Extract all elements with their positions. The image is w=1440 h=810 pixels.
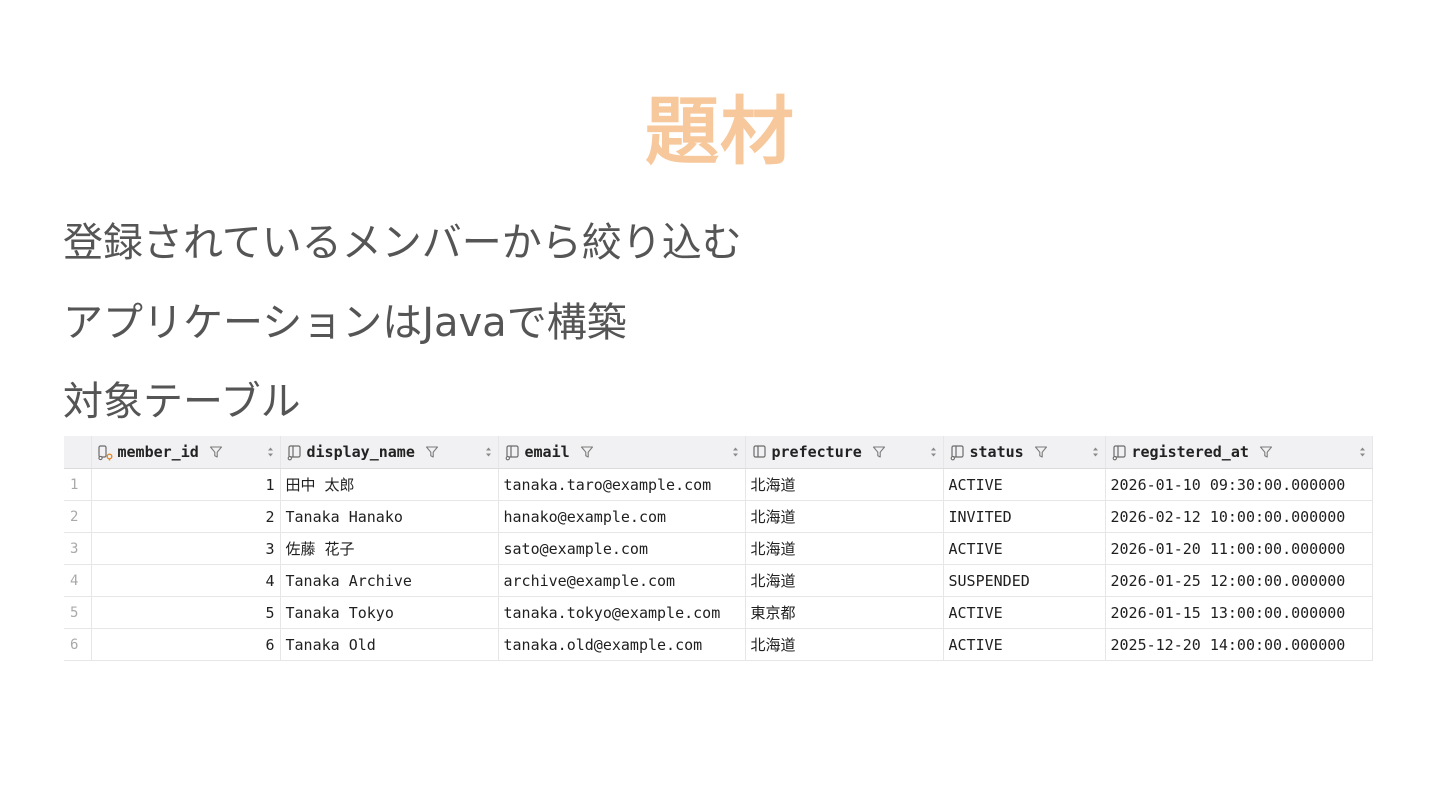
members-table: member_id display_name email prefecture …: [64, 436, 1373, 661]
row-number: 6: [64, 628, 92, 661]
cell-display-name[interactable]: Tanaka Old: [280, 628, 499, 661]
sort-icon[interactable]: [484, 446, 493, 458]
cell-display-name[interactable]: 佐藤 花子: [280, 532, 499, 565]
bullet-filter-members: 登録されているメンバーから絞り込む: [63, 220, 742, 266]
slide: 題材 登録されているメンバーから絞り込む アプリケーションはJavaで構築 対象…: [0, 0, 1440, 810]
table-row[interactable]: 3 3 佐藤 花子 sato@example.com 北海道 ACTIVE 20…: [64, 532, 1373, 565]
cell-email[interactable]: archive@example.com: [498, 564, 746, 597]
table-row[interactable]: 1 1 田中 太郎 tanaka.taro@example.com 北海道 AC…: [64, 468, 1373, 501]
filter-icon[interactable]: [1034, 445, 1048, 459]
filter-icon[interactable]: [425, 445, 439, 459]
row-number: 1: [64, 468, 92, 501]
cell-registered-at[interactable]: 2025-12-20 14:00:00.000000: [1105, 628, 1373, 661]
column-name-email: email: [524, 443, 570, 461]
row-number: 4: [64, 564, 92, 597]
cell-email[interactable]: tanaka.tokyo@example.com: [498, 596, 746, 629]
cell-member-id[interactable]: 6: [91, 628, 281, 661]
sort-icon[interactable]: [266, 446, 275, 458]
filter-icon[interactable]: [872, 445, 886, 459]
cell-registered-at[interactable]: 2026-02-12 10:00:00.000000: [1105, 500, 1373, 533]
sort-icon[interactable]: [1358, 446, 1367, 458]
column-header-status[interactable]: status: [943, 436, 1106, 469]
column-header-prefecture[interactable]: prefecture: [745, 436, 944, 469]
filter-icon[interactable]: [1259, 445, 1273, 459]
filter-icon[interactable]: [209, 445, 223, 459]
column-name-member-id: member_id: [117, 443, 199, 461]
cell-registered-at[interactable]: 2026-01-15 13:00:00.000000: [1105, 596, 1373, 629]
column-icon: [752, 444, 766, 458]
bullet-target-table: 対象テーブル: [63, 379, 301, 425]
row-number: 3: [64, 532, 92, 565]
cell-status[interactable]: ACTIVE: [943, 628, 1106, 661]
sort-icon[interactable]: [929, 446, 938, 458]
column-header-member-id[interactable]: member_id: [91, 436, 281, 469]
cell-email[interactable]: tanaka.taro@example.com: [498, 468, 746, 501]
cell-prefecture[interactable]: 北海道: [745, 468, 944, 501]
cell-member-id[interactable]: 3: [91, 532, 281, 565]
row-number: 2: [64, 500, 92, 533]
cell-email[interactable]: tanaka.old@example.com: [498, 628, 746, 661]
cell-status[interactable]: ACTIVE: [943, 596, 1106, 629]
slide-title: 題材: [645, 89, 795, 175]
column-name-status: status: [969, 443, 1024, 461]
column-header-registered-at[interactable]: registered_at: [1105, 436, 1373, 469]
cell-registered-at[interactable]: 2026-01-25 12:00:00.000000: [1105, 564, 1373, 597]
table-row[interactable]: 4 4 Tanaka Archive archive@example.com 北…: [64, 564, 1373, 597]
cell-email[interactable]: hanako@example.com: [498, 500, 746, 533]
primary-key-column-icon: [97, 444, 112, 460]
cell-display-name[interactable]: Tanaka Archive: [280, 564, 499, 597]
cell-registered-at[interactable]: 2026-01-20 11:00:00.000000: [1105, 532, 1373, 565]
column-icon: [505, 444, 519, 460]
row-number-header: [64, 436, 92, 469]
sort-icon[interactable]: [1091, 446, 1100, 458]
table-row[interactable]: 2 2 Tanaka Hanako hanako@example.com 北海道…: [64, 500, 1373, 533]
column-name-registered-at: registered_at: [1131, 443, 1249, 461]
cell-member-id[interactable]: 5: [91, 596, 281, 629]
row-number: 5: [64, 596, 92, 629]
column-icon: [950, 444, 964, 460]
cell-status[interactable]: INVITED: [943, 500, 1106, 533]
column-name-prefecture: prefecture: [771, 443, 862, 461]
cell-display-name[interactable]: 田中 太郎: [280, 468, 499, 501]
column-header-display-name[interactable]: display_name: [280, 436, 499, 469]
column-icon: [1112, 444, 1126, 460]
cell-prefecture[interactable]: 北海道: [745, 532, 944, 565]
cell-prefecture[interactable]: 北海道: [745, 564, 944, 597]
cell-prefecture[interactable]: 東京都: [745, 596, 944, 629]
cell-status[interactable]: ACTIVE: [943, 532, 1106, 565]
cell-status[interactable]: SUSPENDED: [943, 564, 1106, 597]
header-row: member_id display_name email prefecture …: [64, 436, 1373, 469]
cell-prefecture[interactable]: 北海道: [745, 500, 944, 533]
table-row[interactable]: 6 6 Tanaka Old tanaka.old@example.com 北海…: [64, 628, 1373, 661]
cell-prefecture[interactable]: 北海道: [745, 628, 944, 661]
sort-icon[interactable]: [731, 446, 740, 458]
table-row[interactable]: 5 5 Tanaka Tokyo tanaka.tokyo@example.co…: [64, 596, 1373, 629]
column-header-email[interactable]: email: [498, 436, 746, 469]
cell-display-name[interactable]: Tanaka Tokyo: [280, 596, 499, 629]
column-name-display-name: display_name: [306, 443, 415, 461]
cell-email[interactable]: sato@example.com: [498, 532, 746, 565]
bullet-java-app: アプリケーションはJavaで構築: [63, 300, 627, 346]
cell-member-id[interactable]: 2: [91, 500, 281, 533]
cell-member-id[interactable]: 4: [91, 564, 281, 597]
cell-registered-at[interactable]: 2026-01-10 09:30:00.000000: [1105, 468, 1373, 501]
column-icon: [287, 444, 301, 460]
cell-status[interactable]: ACTIVE: [943, 468, 1106, 501]
filter-icon[interactable]: [580, 445, 594, 459]
cell-display-name[interactable]: Tanaka Hanako: [280, 500, 499, 533]
cell-member-id[interactable]: 1: [91, 468, 281, 501]
